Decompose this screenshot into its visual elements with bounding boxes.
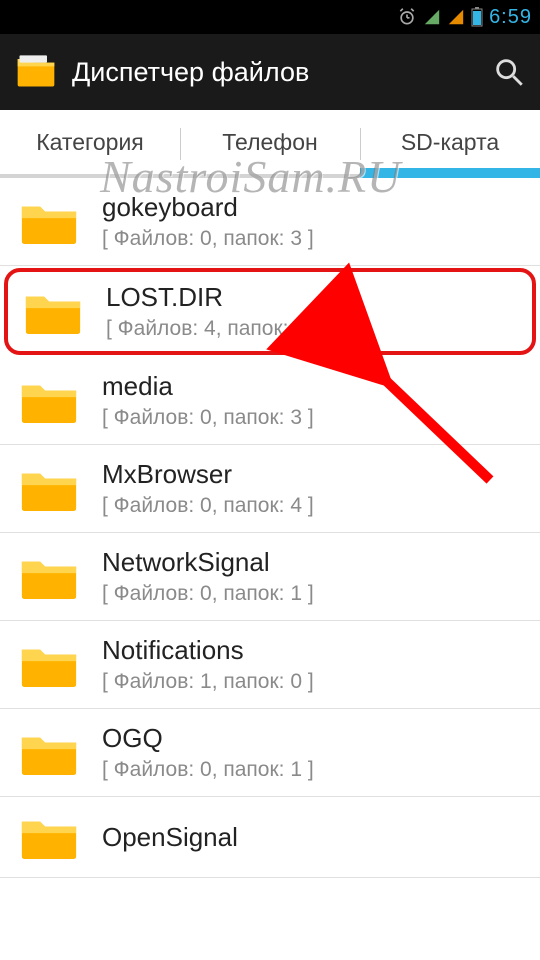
folder-text: gokeyboard [ Файлов: 0, папок: 3 ] — [102, 192, 314, 251]
signal-sim2-icon — [447, 8, 465, 26]
folder-meta: [ Файлов: 1, папок: 0 ] — [102, 670, 314, 694]
folder-name: LOST.DIR — [106, 282, 318, 313]
folder-name: NetworkSignal — [102, 547, 314, 578]
folder-item[interactable]: gokeyboard [ Файлов: 0, папок: 3 ] — [0, 178, 540, 266]
signal-sim1-icon — [423, 8, 441, 26]
tab-label: Телефон — [222, 129, 317, 156]
folder-item[interactable]: media [ Файлов: 0, папок: 3 ] — [0, 357, 540, 445]
folder-meta: [ Файлов: 0, папок: 3 ] — [102, 406, 314, 430]
folder-icon — [18, 463, 80, 515]
tab-sdcard[interactable]: SD-карта — [360, 110, 540, 174]
folder-meta: [ Файлов: 0, папок: 1 ] — [102, 758, 314, 782]
tab-label: Категория — [36, 129, 144, 156]
tabs: Категория Телефон SD-карта — [0, 110, 540, 178]
folder-item[interactable]: OpenSignal — [0, 797, 540, 878]
folder-icon — [18, 375, 80, 427]
folder-meta: [ Файлов: 0, папок: 1 ] — [102, 582, 314, 606]
folder-name: Notifications — [102, 635, 314, 666]
folder-text: OGQ [ Файлов: 0, папок: 1 ] — [102, 723, 314, 782]
clock-time: 6:59 — [489, 6, 532, 29]
folder-icon — [18, 551, 80, 603]
battery-icon — [471, 7, 483, 27]
folder-item[interactable]: Notifications [ Файлов: 1, папок: 0 ] — [0, 621, 540, 709]
folder-icon — [18, 639, 80, 691]
alarm-icon — [397, 7, 417, 27]
folder-name: OpenSignal — [102, 822, 238, 853]
tab-category[interactable]: Категория — [0, 110, 180, 174]
folder-item[interactable]: OGQ [ Файлов: 0, папок: 1 ] — [0, 709, 540, 797]
app-icon — [14, 48, 58, 97]
folder-text: media [ Файлов: 0, папок: 3 ] — [102, 371, 314, 430]
folder-name: media — [102, 371, 314, 402]
folder-text: OpenSignal — [102, 822, 238, 853]
folder-name: gokeyboard — [102, 192, 314, 223]
folder-meta: [ Файлов: 0, папок: 4 ] — [102, 494, 314, 518]
folder-text: MxBrowser [ Файлов: 0, папок: 4 ] — [102, 459, 314, 518]
folder-item[interactable]: NetworkSignal [ Файлов: 0, папок: 1 ] — [0, 533, 540, 621]
tab-label: SD-карта — [401, 129, 499, 156]
status-bar: 6:59 — [0, 0, 540, 34]
folder-list: gokeyboard [ Файлов: 0, папок: 3 ] LOST.D… — [0, 178, 540, 878]
folder-icon — [18, 811, 80, 863]
folder-meta: [ Файлов: 4, папок: 4 ] — [106, 317, 318, 341]
folder-name: MxBrowser — [102, 459, 314, 490]
folder-icon — [18, 727, 80, 779]
tab-phone[interactable]: Телефон — [180, 110, 360, 174]
app-title: Диспетчер файлов — [72, 57, 478, 88]
folder-text: Notifications [ Файлов: 1, папок: 0 ] — [102, 635, 314, 694]
folder-icon — [22, 286, 84, 338]
folder-item[interactable]: MxBrowser [ Файлов: 0, папок: 4 ] — [0, 445, 540, 533]
folder-text: LOST.DIR [ Файлов: 4, папок: 4 ] — [106, 282, 318, 341]
folder-meta: [ Файлов: 0, папок: 3 ] — [102, 227, 314, 251]
folder-name: OGQ — [102, 723, 314, 754]
folder-text: NetworkSignal [ Файлов: 0, папок: 1 ] — [102, 547, 314, 606]
folder-item[interactable]: LOST.DIR [ Файлов: 4, папок: 4 ] — [4, 268, 536, 355]
search-icon[interactable] — [492, 55, 526, 89]
app-header: Диспетчер файлов — [0, 34, 540, 110]
tab-indicator — [360, 168, 540, 178]
folder-icon — [18, 196, 80, 248]
